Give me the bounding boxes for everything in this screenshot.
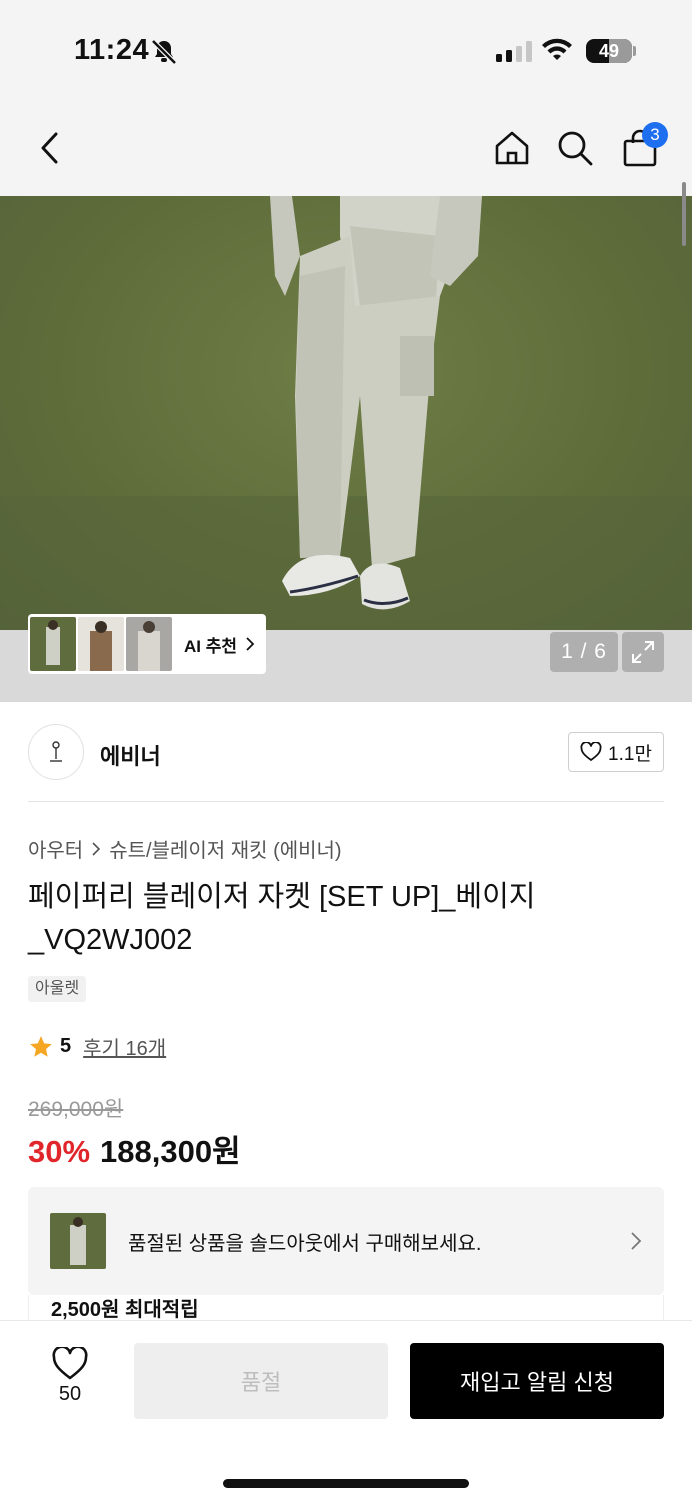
battery-level: 49 — [598, 41, 620, 61]
sale-price: 188,300원 — [100, 1134, 241, 1169]
outlet-tag: 아울렛 — [28, 976, 87, 1002]
price-row: 30% 188,300원 — [28, 1126, 241, 1171]
chevron-right-icon — [246, 637, 255, 651]
heart-outline-icon — [52, 1347, 88, 1380]
search-icon — [558, 131, 593, 166]
status-bar: 11:24 49 — [0, 0, 692, 96]
brand-row: 에비너 1.1만 — [28, 702, 664, 802]
bell-off-icon — [151, 39, 177, 65]
scrollbar[interactable] — [682, 182, 686, 246]
cart-count-badge: 3 — [642, 122, 668, 148]
wish-button[interactable]: 50 — [28, 1347, 112, 1417]
product-photo-illustration — [0, 196, 692, 630]
product-photo — [0, 196, 692, 630]
product-title: 페이퍼리 블레이저 자켓 [SET UP]_베이지_VQ2WJ002 — [28, 881, 536, 956]
ai-reco-thumbnail — [126, 617, 172, 671]
wish-count: 50 — [58, 1383, 82, 1405]
status-time: 11:24 — [74, 34, 150, 66]
rating-score: 5 — [60, 1035, 72, 1057]
ai-reco-thumbnail — [78, 617, 124, 671]
brand-name[interactable]: 에비너 — [100, 739, 161, 771]
expand-icon — [632, 641, 654, 663]
discount-rate: 30% — [28, 1134, 91, 1169]
home-icon — [495, 131, 529, 165]
star-icon — [30, 1035, 52, 1057]
top-nav: 3 — [0, 96, 692, 196]
cart-button[interactable]: 3 — [618, 122, 668, 170]
review-link[interactable]: 후기 16개 — [83, 1032, 166, 1061]
search-button[interactable] — [553, 126, 597, 170]
soldout-banner[interactable]: 품절된 상품을 솔드아웃에서 구매해보세요. — [28, 1187, 664, 1295]
chevron-right-icon — [631, 1232, 642, 1250]
ai-recommendation-button[interactable]: AI 추천 — [28, 614, 266, 674]
brand-logo-icon — [50, 741, 62, 762]
expand-image-button[interactable] — [622, 632, 664, 672]
home-indicator[interactable] — [223, 1479, 469, 1488]
soldout-banner-text: 품절된 상품을 솔드아웃에서 구매해보세요. — [128, 1232, 482, 1255]
original-price: 269,000원 — [28, 1098, 124, 1121]
image-counter: 1 / 6 — [550, 632, 618, 672]
brand-logo[interactable] — [28, 724, 84, 780]
bottom-action-bar: 50 품절 재입고 알림 신청 — [0, 1320, 692, 1500]
product-image-gallery[interactable]: AI 추천 1 / 6 — [0, 196, 692, 702]
battery-icon: 49 — [586, 39, 632, 63]
soldout-thumbnail — [50, 1213, 106, 1269]
ai-reco-thumbnail — [30, 617, 76, 671]
rating: 5 후기 16개 — [28, 1032, 166, 1061]
restock-alert-button[interactable]: 재입고 알림 신청 — [410, 1343, 664, 1419]
breadcrumb: 아우터 슈트/블레이저 재킷 (에비너) — [28, 834, 342, 863]
heart-outline-icon — [580, 742, 602, 761]
breadcrumb-item[interactable]: 슈트/블레이저 재킷 (에비너) — [109, 834, 341, 863]
chevron-right-icon — [92, 841, 101, 856]
ai-reco-label: AI 추천 — [184, 636, 238, 656]
home-button[interactable] — [490, 126, 534, 170]
wifi-icon — [542, 38, 572, 60]
soldout-button[interactable]: 품절 — [134, 1343, 388, 1419]
back-button[interactable] — [28, 126, 72, 170]
brand-like-count: 1.1만 — [608, 743, 652, 765]
cellular-signal-icon — [496, 40, 532, 62]
chevron-left-icon — [41, 132, 58, 164]
breadcrumb-item[interactable]: 아우터 — [28, 834, 83, 863]
brand-like-button[interactable]: 1.1만 — [568, 732, 664, 772]
